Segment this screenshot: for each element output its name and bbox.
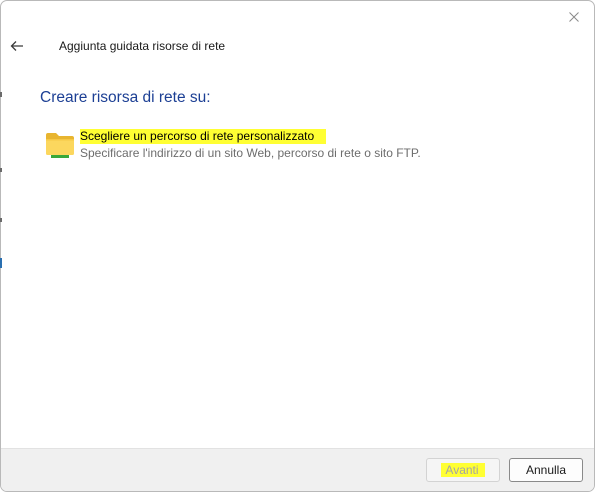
background-edge-mark xyxy=(0,168,2,172)
option-title: Scegliere un percorso di rete personaliz… xyxy=(80,129,327,144)
wizard-footer: Avanti Annulla xyxy=(1,448,594,491)
back-button[interactable] xyxy=(5,35,29,57)
wizard-window: Aggiunta guidata risorse di rete Creare … xyxy=(0,0,595,492)
back-arrow-icon xyxy=(10,41,23,51)
background-edge-mark xyxy=(0,92,2,97)
folder-icon xyxy=(46,133,74,158)
custom-network-location-option[interactable]: Scegliere un percorso di rete personaliz… xyxy=(43,127,433,163)
next-button[interactable]: Avanti xyxy=(426,458,500,482)
close-button[interactable] xyxy=(554,1,594,33)
next-button-label: Avanti xyxy=(441,463,485,477)
option-description: Specificare l'indirizzo di un sito Web, … xyxy=(80,146,421,160)
background-edge-mark xyxy=(0,218,2,222)
wizard-title: Aggiunta guidata risorse di rete xyxy=(59,39,226,53)
page-heading: Creare risorsa di rete su: xyxy=(40,89,211,106)
close-icon xyxy=(569,12,579,22)
background-edge-mark xyxy=(0,258,2,268)
cancel-button[interactable]: Annulla xyxy=(509,458,583,482)
